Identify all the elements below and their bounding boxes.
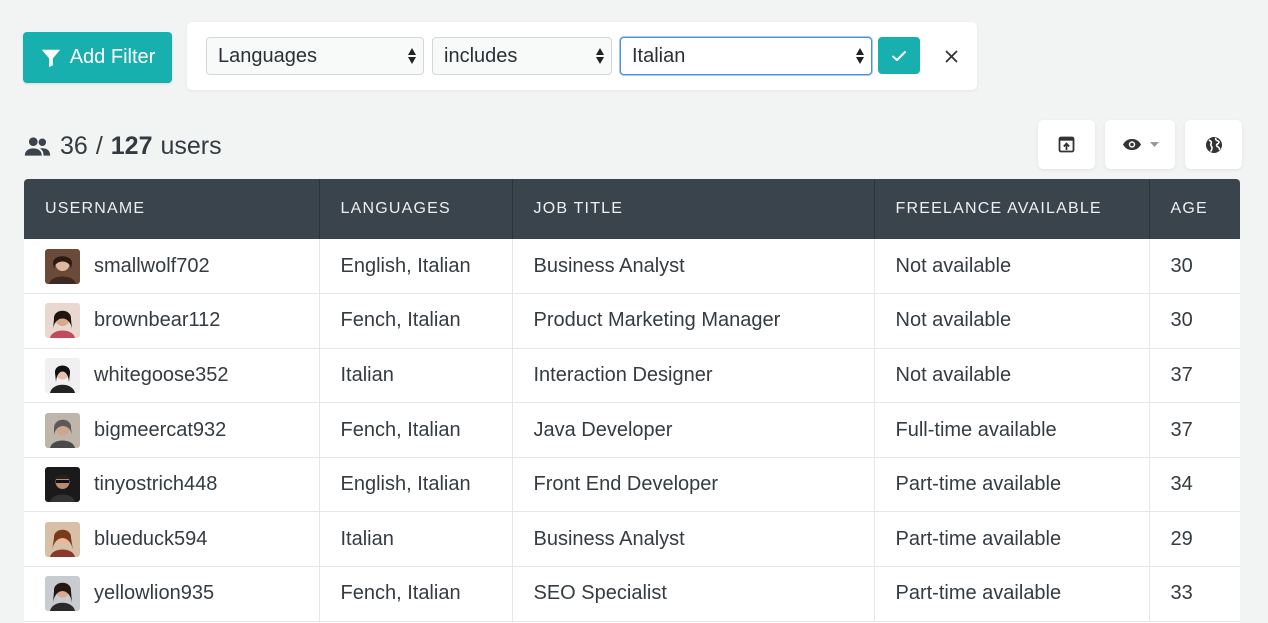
job-title-cell: SEO Specialist [512,566,875,622]
export-icon [1058,136,1075,153]
freelance-cell: Part-time available [874,457,1150,513]
freelance-cell: Part-time available [874,511,1150,568]
age-cell: 34 [1149,457,1240,513]
age-cell: 33 [1149,566,1240,622]
avatar [45,357,80,393]
table-row[interactable]: blueduck594 Italian Business Analyst Par… [24,511,1240,568]
filter-field-value: Languages [218,44,317,67]
username: bigmeercat932 [94,418,227,441]
column-visibility-button[interactable] [1105,120,1175,169]
age-cell: 37 [1149,402,1240,458]
users-table: USERNAME LANGUAGES JOB TITLE FREELANCE A… [24,179,1240,623]
filter-operator-value: includes [444,44,518,67]
filter-value-value: Italian [632,44,686,67]
freelance-cell: Not available [874,348,1150,404]
age-cell: 29 [1149,511,1240,568]
column-header-languages[interactable]: LANGUAGES [319,179,513,239]
select-arrows-icon [856,48,864,64]
languages-cell: Italian [319,348,513,404]
age-cell: 30 [1149,239,1240,295]
column-header-job-title[interactable]: JOB TITLE [512,179,875,239]
close-icon [945,50,957,62]
column-header-username[interactable]: USERNAME [24,179,320,239]
username: brownbear112 [94,309,221,332]
languages-cell: Fench, Italian [319,402,513,458]
languages-cell: Italian [319,511,513,568]
languages-cell: English, Italian [319,239,513,295]
language-button[interactable] [1185,120,1242,169]
select-arrows-icon [596,48,604,64]
globe-icon [1205,136,1222,153]
remove-filter-button[interactable] [940,43,962,69]
job-title-cell: Business Analyst [512,511,875,568]
freelance-cell: Not available [874,293,1150,349]
total-count: 127 [110,131,153,160]
filter-operator-select[interactable]: includes [432,37,612,75]
username: yellowlion935 [94,582,215,605]
add-filter-button[interactable]: Add Filter [23,32,172,83]
avatar [45,467,80,503]
languages-cell: Fench, Italian [319,293,513,349]
users-icon [24,136,51,156]
languages-cell: Fench, Italian [319,566,513,622]
column-header-age[interactable]: AGE [1149,179,1240,239]
apply-filter-button[interactable] [878,37,920,74]
table-header-row: USERNAME LANGUAGES JOB TITLE FREELANCE A… [24,179,1240,239]
column-header-freelance[interactable]: FREELANCE AVAILABLE [874,179,1150,239]
table-row[interactable]: whitegoose352 Italian Interaction Design… [24,348,1240,404]
table-row[interactable]: brownbear112 Fench, Italian Product Mark… [24,293,1240,349]
select-arrows-icon [408,48,416,64]
job-title-cell: Interaction Designer [512,348,875,404]
languages-cell: English, Italian [319,457,513,513]
count-unit: users [160,131,222,160]
username: whitegoose352 [94,363,229,386]
export-button[interactable] [1038,120,1095,169]
avatar [45,303,80,339]
shown-count: 36 [60,131,88,160]
table-row[interactable]: smallwolf702 English, Italian Business A… [24,239,1240,295]
job-title-cell: Front End Developer [512,457,875,513]
freelance-cell: Not available [874,239,1150,295]
age-cell: 37 [1149,348,1240,404]
username: blueduck594 [94,527,208,550]
count-separator: / [95,131,103,160]
table-row[interactable]: yellowlion935 Fench, Italian SEO Special… [24,566,1240,622]
job-title-cell: Product Marketing Manager [512,293,875,349]
caret-down-icon [1149,142,1159,147]
avatar [45,521,80,557]
avatar [45,576,80,612]
add-filter-label: Add Filter [69,46,156,68]
eye-icon [1122,139,1141,150]
freelance-cell: Full-time available [874,402,1150,458]
filter-icon [41,49,60,67]
filter-field-select[interactable]: Languages [206,37,424,75]
table-row[interactable]: bigmeercat932 Fench, Italian Java Develo… [24,402,1240,458]
freelance-cell: Part-time available [874,566,1150,622]
avatar [45,412,80,448]
table-row[interactable]: tinyostrich448 English, Italian Front En… [24,457,1240,513]
job-title-cell: Java Developer [512,402,875,458]
avatar [45,248,80,284]
user-count: 36 / 127 users [23,128,222,164]
filter-panel: Languages includes Italian [187,22,977,90]
filter-value-select[interactable]: Italian [620,37,872,75]
age-cell: 30 [1149,293,1240,349]
username: smallwolf702 [94,254,210,277]
job-title-cell: Business Analyst [512,239,875,295]
username: tinyostrich448 [94,473,218,496]
check-icon [892,50,906,61]
